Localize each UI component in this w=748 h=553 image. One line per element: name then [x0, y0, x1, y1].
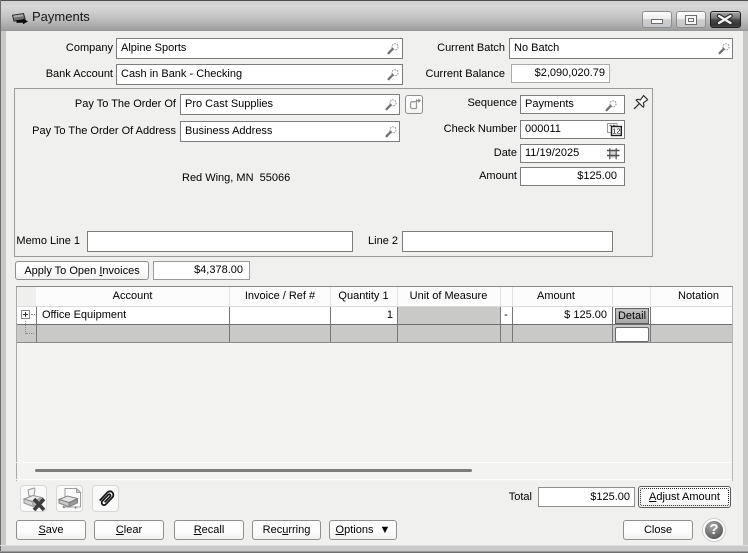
- svg-text:12: 12: [612, 127, 620, 136]
